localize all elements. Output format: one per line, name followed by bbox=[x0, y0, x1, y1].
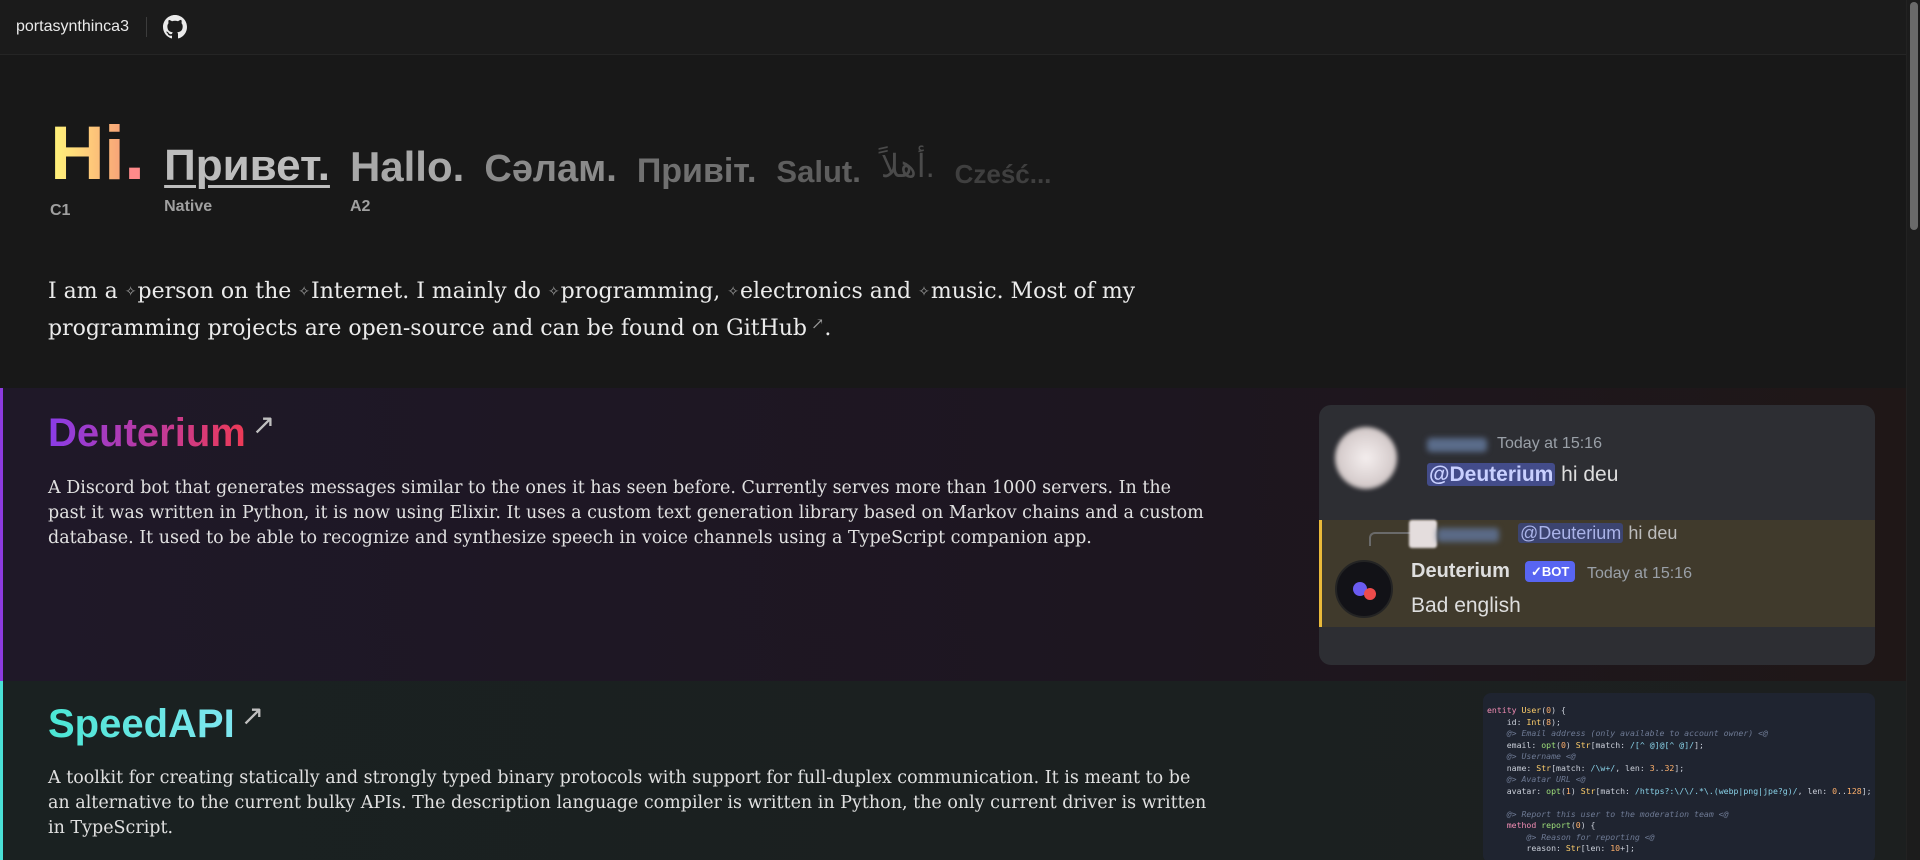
reply-avatar bbox=[1409, 520, 1437, 548]
intro-text: and bbox=[862, 279, 919, 304]
message-text: hi deu bbox=[1555, 463, 1619, 486]
reply-preview: @Deuterium hi deu bbox=[1518, 523, 1677, 544]
github-icon[interactable] bbox=[162, 15, 187, 39]
avatar bbox=[1335, 427, 1397, 489]
greeting-ukrainian[interactable]: Привіт. bbox=[637, 116, 757, 188]
greeting-arabic[interactable]: أهلاً. bbox=[881, 116, 935, 182]
blurred-username bbox=[1427, 438, 1487, 452]
project-title: SpeedAPI bbox=[48, 702, 235, 746]
intro-link-music[interactable]: music bbox=[931, 279, 997, 304]
message-timestamp: Today at 15:16 bbox=[1497, 435, 1602, 452]
intro-link-electronics[interactable]: electronics bbox=[740, 279, 863, 304]
greeting-level: A2 bbox=[349, 198, 371, 215]
discord-chat-preview: Today at 15:16 @Deuterium hi deu @Deuter… bbox=[1319, 405, 1875, 665]
intro-text: I am a bbox=[48, 279, 125, 304]
external-link-icon: ↗ bbox=[811, 314, 825, 333]
topbar-divider bbox=[145, 17, 147, 37]
greeting-word: Hi bbox=[50, 111, 125, 196]
scrollbar-thumb[interactable] bbox=[1910, 2, 1918, 230]
message-body: @Deuterium hi deu bbox=[1427, 463, 1618, 487]
site-brand[interactable]: portasynthinca3 bbox=[16, 18, 129, 36]
intro-link-internet[interactable]: Internet bbox=[311, 279, 402, 304]
intro-link-programming[interactable]: programming bbox=[561, 279, 714, 304]
mention: @Deuterium bbox=[1518, 523, 1624, 543]
greeting-polish[interactable]: Cześć... bbox=[955, 116, 1052, 187]
project-speedapi: SpeedAPI ↗ A toolkit for creating statica… bbox=[0, 681, 1906, 860]
blurred-username bbox=[1437, 528, 1499, 542]
reply-text: hi deu bbox=[1623, 523, 1678, 543]
sparkle-icon: ✧ bbox=[547, 284, 560, 300]
code-preview-image: entity User(0) { id: Int(8); @> Email ad… bbox=[1483, 693, 1875, 860]
intro-text: , bbox=[713, 279, 728, 304]
mention: @Deuterium bbox=[1427, 463, 1556, 486]
greeting-word: Привет. bbox=[164, 141, 330, 190]
greeting-level: Native bbox=[164, 198, 213, 215]
sparkle-icon: ✧ bbox=[124, 284, 137, 300]
intro-text: . bbox=[824, 316, 832, 341]
sparkle-icon: ✧ bbox=[298, 284, 310, 300]
greeting-word: Salut. bbox=[776, 154, 861, 189]
external-link-icon: ↗ bbox=[251, 409, 276, 440]
message-body: Bad english bbox=[1411, 594, 1521, 617]
greeting-word: Привіт. bbox=[636, 152, 757, 190]
greeting-french[interactable]: Salut. bbox=[776, 116, 860, 187]
message-timestamp: Today at 15:16 bbox=[1587, 565, 1692, 582]
project-description: A toolkit for creating statically and st… bbox=[48, 768, 1207, 838]
project-description: A Discord bot that generates messages si… bbox=[48, 478, 1204, 548]
greeting-russian[interactable]: Привет. Native bbox=[164, 116, 330, 216]
project-title-link[interactable]: SpeedAPI ↗ bbox=[48, 699, 264, 747]
greeting-word: Cześć... bbox=[954, 159, 1052, 189]
greeting-word: Сәлам. bbox=[484, 148, 617, 190]
top-bar: portasynthinca3 bbox=[0, 0, 1906, 55]
greeting-word: Hallo. bbox=[349, 143, 465, 190]
greeting-word: أهلاً. bbox=[880, 148, 935, 184]
sparkle-icon: ✧ bbox=[918, 284, 930, 300]
bot-name: Deuterium bbox=[1411, 560, 1510, 582]
intro-paragraph: I am a ✧person on the ✧Internet. I mainl… bbox=[48, 276, 1228, 345]
greeting-level: C1 bbox=[50, 202, 71, 219]
intro-link-github[interactable]: GitHub bbox=[726, 316, 807, 341]
chat-message-bot-highlighted: @Deuterium hi deu Deuterium ✓BOT Today a… bbox=[1319, 520, 1875, 627]
intro-link-person[interactable]: person bbox=[138, 279, 214, 304]
reply-connector bbox=[1369, 532, 1411, 546]
project-deuterium: Deuterium ↗ A Discord bot that generates … bbox=[0, 388, 1906, 681]
intro-text: . I mainly do bbox=[402, 279, 548, 304]
greetings-row: Hi. C1 Привет. Native Hallo. A2 Сәлам. П… bbox=[50, 116, 1071, 220]
bot-badge: ✓BOT bbox=[1525, 561, 1576, 582]
sparkle-icon: ✧ bbox=[727, 284, 739, 300]
greeting-german[interactable]: Hallo. A2 bbox=[350, 116, 464, 216]
project-title-link[interactable]: Deuterium ↗ bbox=[48, 408, 275, 456]
project-title: Deuterium bbox=[48, 411, 246, 455]
bot-avatar bbox=[1335, 560, 1393, 618]
greeting-tatar[interactable]: Сәлам. bbox=[484, 116, 617, 188]
page-scrollbar[interactable] bbox=[1906, 0, 1920, 860]
greeting-english: Hi. C1 bbox=[50, 116, 145, 220]
intro-text: on the bbox=[213, 279, 299, 304]
external-link-icon: ↗ bbox=[240, 700, 265, 731]
greeting-dot: . bbox=[124, 111, 145, 196]
